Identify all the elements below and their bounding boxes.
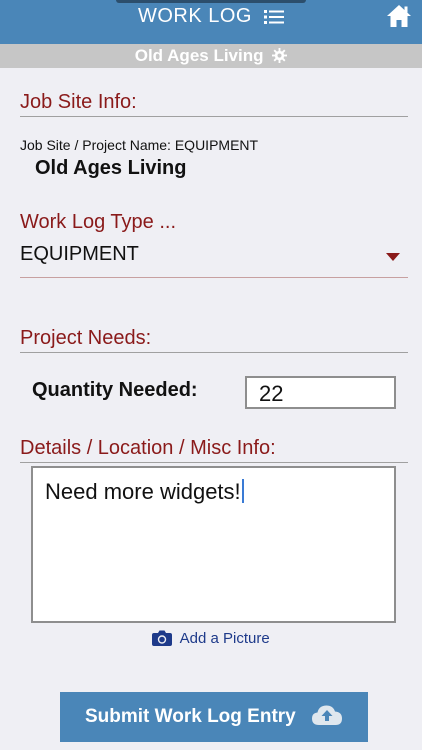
- status-notch: [116, 0, 306, 3]
- camera-icon[interactable]: [152, 630, 173, 652]
- page-title: WORK LOG: [0, 4, 422, 31]
- chevron-down-icon[interactable]: [386, 248, 400, 266]
- section-project-needs: Project Needs:: [20, 326, 408, 353]
- section-details: Details / Location / Misc Info:: [20, 436, 408, 463]
- add-picture-link[interactable]: Add a Picture: [0, 629, 422, 652]
- details-textarea[interactable]: Need more widgets!: [31, 466, 396, 623]
- cloud-upload-icon: [311, 696, 343, 746]
- project-subheader[interactable]: Old Ages Living: [0, 44, 422, 68]
- text-cursor: [241, 479, 244, 503]
- navigation-bar: WORK LOG: [0, 0, 422, 44]
- quantity-input[interactable]: 22: [245, 376, 396, 409]
- home-icon[interactable]: [386, 4, 412, 28]
- list-icon[interactable]: [264, 7, 285, 31]
- project-name: Old Ages Living: [35, 157, 187, 179]
- submit-button-label: Submit Work Log Entry: [84, 706, 296, 727]
- work-log-type-select[interactable]: EQUIPMENT: [20, 240, 408, 278]
- details-text: Need more widgets!: [45, 479, 241, 504]
- section-work-log-type: Work Log Type ...: [20, 211, 177, 233]
- job-site-label: Job Site / Project Name: EQUIPMENT: [20, 137, 259, 153]
- add-picture-label: Add a Picture: [179, 630, 270, 647]
- submit-button[interactable]: Submit Work Log Entry: [60, 692, 368, 742]
- gear-icon[interactable]: [272, 46, 288, 70]
- quantity-label: Quantity Needed:: [32, 379, 198, 401]
- page-title-text: WORK LOG: [137, 5, 252, 27]
- subheader-text: Old Ages Living: [134, 46, 264, 65]
- section-job-site-info: Job Site Info:: [20, 90, 408, 117]
- work-log-type-value: EQUIPMENT: [20, 243, 139, 265]
